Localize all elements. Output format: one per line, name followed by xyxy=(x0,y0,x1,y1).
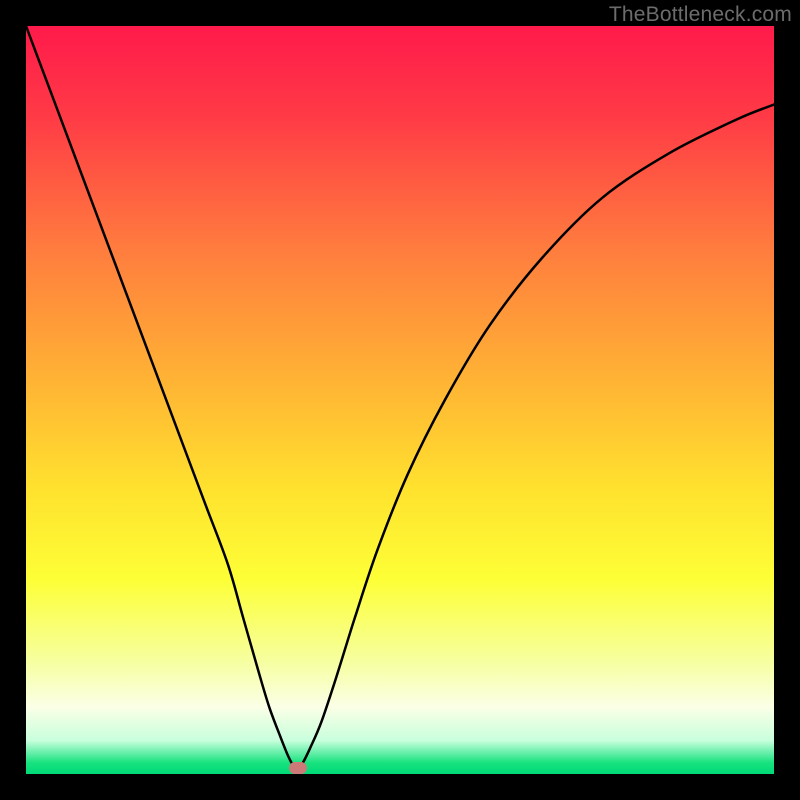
attribution-text: TheBottleneck.com xyxy=(609,3,792,27)
optimal-marker xyxy=(289,762,307,774)
bottleneck-curve xyxy=(26,26,774,774)
plot-area xyxy=(26,26,774,774)
chart-stage: TheBottleneck.com xyxy=(0,0,800,800)
